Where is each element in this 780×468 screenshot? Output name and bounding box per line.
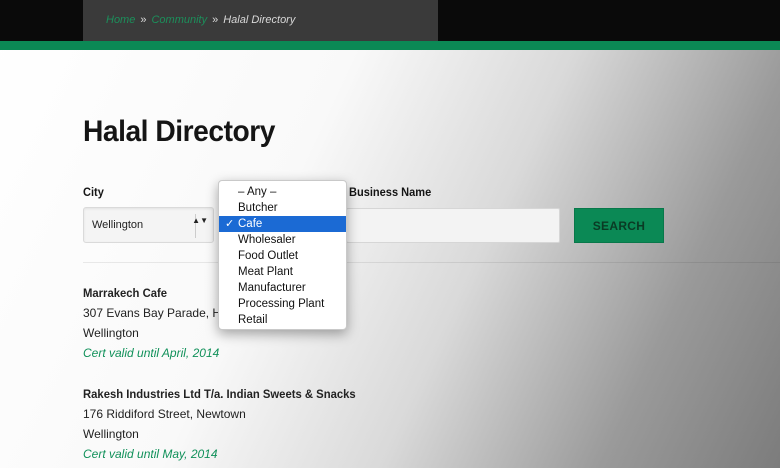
- listing-name[interactable]: Rakesh Industries Ltd T/a. Indian Sweets…: [83, 384, 356, 404]
- option-label: Cafe: [238, 218, 263, 230]
- green-accent-bar: [0, 41, 780, 50]
- listing-cert: Cert valid until May, 2014: [83, 447, 218, 461]
- option-label: Wholesaler: [238, 234, 296, 246]
- dropdown-option-retail[interactable]: Retail: [219, 312, 346, 328]
- search-button[interactable]: SEARCH: [574, 208, 664, 243]
- option-label: Retail: [238, 314, 268, 326]
- listing-address: 176 Riddiford Street, Newtown: [83, 407, 246, 421]
- business-name-input[interactable]: [346, 208, 560, 243]
- listing-name[interactable]: Marrakech Cafe: [83, 283, 219, 303]
- city-label: City: [83, 185, 104, 199]
- breadcrumb-separator: »: [140, 14, 147, 26]
- listing-address: 307 Evans Bay Parade, Ha: [83, 306, 228, 320]
- option-label: Processing Plant: [238, 298, 325, 310]
- listing-city: Wellington: [83, 326, 139, 340]
- dropdown-option-wholesaler[interactable]: Wholesaler: [219, 232, 346, 248]
- breadcrumb-community-link[interactable]: Community: [151, 14, 207, 26]
- city-select-value: Wellington: [92, 219, 144, 231]
- select-arrows-icon: ▲▼: [192, 216, 208, 225]
- option-label: – Any –: [238, 186, 277, 198]
- divider: [83, 262, 780, 263]
- breadcrumb-separator: »: [212, 14, 219, 26]
- option-label: Meat Plant: [238, 266, 293, 278]
- checkmark-icon: ✓: [225, 218, 235, 230]
- listing-item: Marrakech Cafe 307 Evans Bay Parade, Ha …: [83, 283, 228, 363]
- dropdown-option-butcher[interactable]: Butcher: [219, 200, 346, 216]
- dropdown-option-meat-plant[interactable]: Meat Plant: [219, 264, 346, 280]
- business-name-label: Business Name: [349, 185, 432, 199]
- listing-item: Rakesh Industries Ltd T/a. Indian Sweets…: [83, 384, 373, 464]
- dropdown-option-cafe[interactable]: ✓ Cafe: [219, 216, 346, 232]
- category-dropdown-menu[interactable]: – Any – Butcher ✓ Cafe Wholesaler Food Ou…: [218, 180, 347, 330]
- breadcrumb-home-link[interactable]: Home: [106, 14, 135, 26]
- dropdown-option-food-outlet[interactable]: Food Outlet: [219, 248, 346, 264]
- breadcrumb: Home » Community » Halal Directory: [106, 14, 295, 26]
- option-label: Food Outlet: [238, 250, 299, 262]
- breadcrumb-current: Halal Directory: [223, 14, 296, 26]
- listing-cert: Cert valid until April, 2014: [83, 346, 220, 360]
- option-label: Manufacturer: [238, 282, 306, 294]
- city-select[interactable]: Wellington ▲▼: [83, 207, 214, 243]
- dropdown-option-processing-plant[interactable]: Processing Plant: [219, 296, 346, 312]
- dropdown-option-manufacturer[interactable]: Manufacturer: [219, 280, 346, 296]
- dropdown-option-any[interactable]: – Any –: [219, 184, 346, 200]
- page-title: Halal Directory: [83, 115, 276, 148]
- listing-city: Wellington: [83, 427, 139, 441]
- option-label: Butcher: [238, 202, 278, 214]
